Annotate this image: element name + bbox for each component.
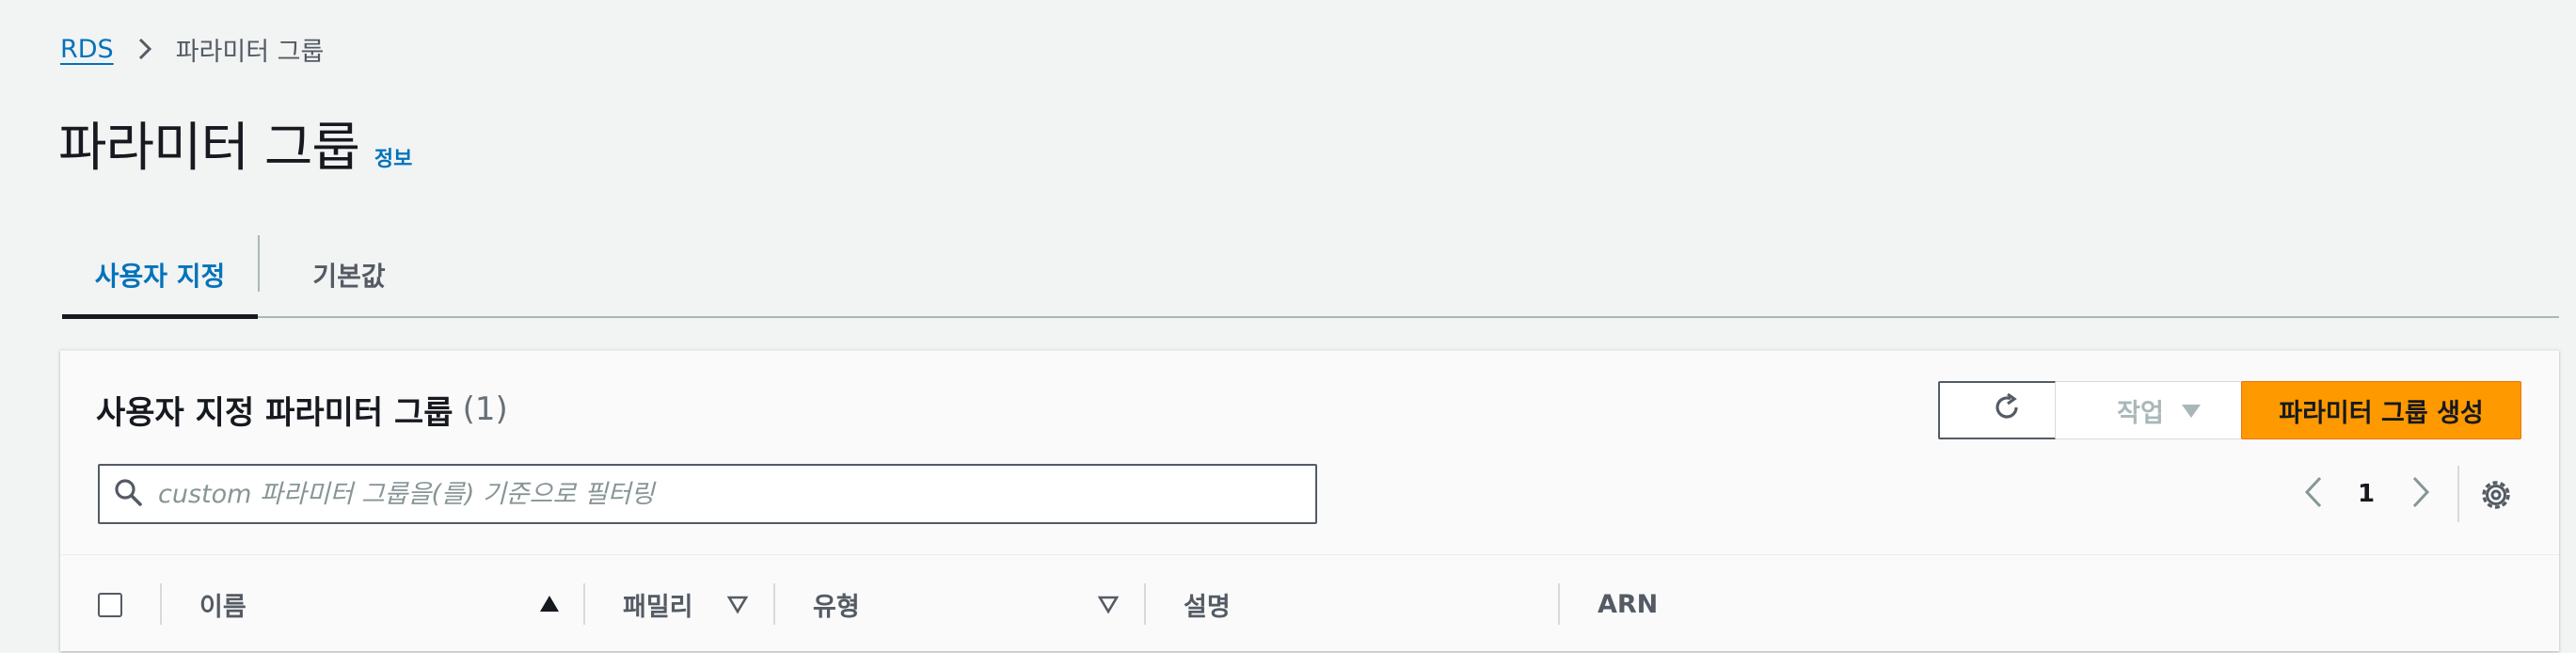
column-divider bbox=[1144, 583, 1146, 625]
search-box bbox=[98, 464, 1317, 524]
column-header-type[interactable]: 유형 bbox=[813, 555, 860, 653]
breadcrumb: RDS 파라미터 그룹 bbox=[60, 28, 324, 70]
tab-custom[interactable]: 사용자 지정 bbox=[62, 233, 258, 319]
page-title: 파라미터 그룹 bbox=[58, 118, 360, 179]
column-divider bbox=[1558, 583, 1560, 625]
chevron-right-icon bbox=[2410, 475, 2431, 513]
gear-icon bbox=[2476, 481, 2516, 518]
panel-count: (1) bbox=[462, 390, 508, 428]
tab-divider bbox=[258, 235, 260, 292]
chevron-left-icon bbox=[2303, 475, 2324, 513]
actions-dropdown[interactable]: 작업 bbox=[2055, 381, 2264, 439]
next-page-button[interactable] bbox=[2410, 470, 2431, 518]
breadcrumb-link-rds[interactable]: RDS bbox=[60, 35, 114, 64]
select-all-checkbox[interactable] bbox=[98, 593, 122, 617]
page-header: 파라미터 그룹 정보 bbox=[58, 105, 412, 179]
tab-bar: 사용자 지정 기본값 bbox=[62, 233, 2559, 319]
column-header-arn: ARN bbox=[1598, 589, 1659, 619]
table-header: 이름 패밀리 유형 설명 ARN bbox=[60, 554, 2559, 652]
column-header-family[interactable]: 패밀리 bbox=[623, 555, 693, 653]
caret-down-icon bbox=[2181, 396, 2202, 425]
breadcrumb-current: 파라미터 그룹 bbox=[175, 37, 325, 67]
column-header-name[interactable]: 이름 bbox=[199, 555, 246, 653]
pager-divider bbox=[2457, 466, 2459, 522]
search-input[interactable] bbox=[156, 478, 1315, 510]
column-divider bbox=[160, 583, 162, 625]
sort-ascending-icon[interactable] bbox=[538, 593, 561, 615]
create-parameter-group-button[interactable]: 파라미터 그룹 생성 bbox=[2241, 381, 2521, 439]
info-link[interactable]: 정보 bbox=[374, 142, 412, 172]
previous-page-button[interactable] bbox=[2303, 470, 2324, 518]
refresh-icon bbox=[1991, 391, 2023, 430]
sort-icon[interactable] bbox=[726, 593, 749, 615]
column-divider bbox=[583, 583, 585, 625]
parameter-groups-panel: 사용자 지정 파라미터 그룹 (1) 작업 파라미터 그룹 생성 custom … bbox=[60, 350, 2559, 651]
tab-default[interactable]: 기본값 bbox=[262, 233, 437, 316]
search-icon bbox=[113, 477, 143, 511]
page-number[interactable]: 1 bbox=[2358, 470, 2375, 518]
table-settings-button[interactable] bbox=[2476, 475, 2516, 515]
column-divider bbox=[773, 583, 775, 625]
column-header-description: 설명 bbox=[1184, 592, 1231, 622]
panel-title: 사용자 지정 파라미터 그룹 bbox=[96, 393, 453, 432]
chevron-right-icon bbox=[135, 38, 155, 60]
actions-label: 작업 bbox=[2117, 398, 2164, 428]
sort-icon[interactable] bbox=[1097, 593, 1120, 615]
panel-header: 사용자 지정 파라미터 그룹 (1) bbox=[96, 381, 508, 438]
